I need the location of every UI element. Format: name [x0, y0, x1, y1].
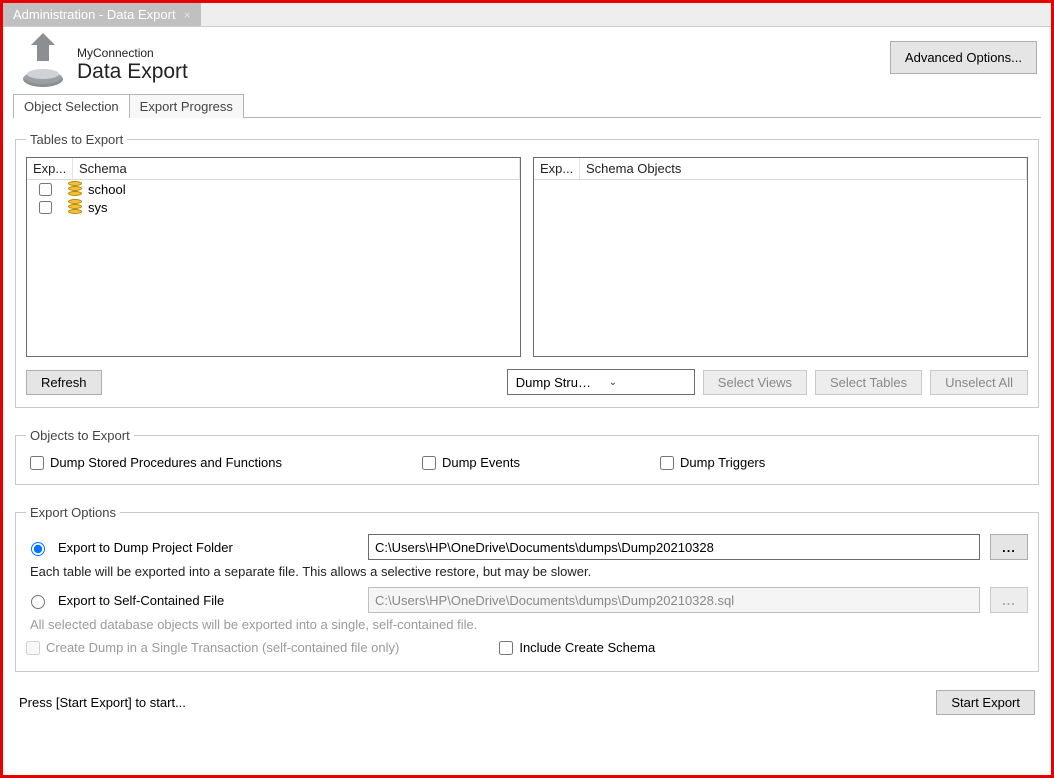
close-icon[interactable]: ×	[184, 9, 191, 21]
dump-type-value: Dump Structure and Dat	[508, 375, 601, 390]
schema-row-name: school	[88, 182, 126, 197]
document-tab-title: Administration - Data Export	[13, 7, 176, 22]
dump-procs-checkbox[interactable]: Dump Stored Procedures and Functions	[30, 455, 282, 470]
document-tab-admin-export[interactable]: Administration - Data Export ×	[3, 3, 201, 26]
export-file-path	[368, 587, 980, 613]
export-file-hint: All selected database objects will be ex…	[30, 617, 1028, 632]
export-folder-path[interactable]	[368, 534, 980, 560]
refresh-button[interactable]: Refresh	[26, 370, 102, 395]
start-export-button[interactable]: Start Export	[936, 690, 1035, 715]
tab-object-selection[interactable]: Object Selection	[13, 94, 130, 118]
export-folder-hint: Each table will be exported into a separ…	[30, 564, 1028, 579]
database-icon	[68, 199, 82, 215]
export-options-legend: Export Options	[26, 505, 120, 520]
chevron-down-icon: ⌄	[601, 377, 694, 388]
export-file-label: Export to Self-Contained File	[58, 593, 358, 608]
objects-col-objects: Schema Objects	[580, 158, 1027, 179]
schema-list[interactable]: Exp... Schema school sys	[26, 157, 521, 357]
tab-export-progress[interactable]: Export Progress	[129, 94, 244, 118]
objects-to-export-legend: Objects to Export	[26, 428, 134, 443]
database-icon	[68, 181, 82, 197]
page-title: Data Export	[77, 60, 188, 84]
schema-col-export: Exp...	[27, 158, 73, 179]
schema-row-checkbox[interactable]	[39, 201, 52, 214]
browse-folder-button[interactable]: ...	[990, 534, 1028, 560]
document-tab-strip: Administration - Data Export ×	[3, 3, 1051, 27]
dump-events-checkbox[interactable]: Dump Events	[422, 455, 520, 470]
connection-name: MyConnection	[77, 46, 188, 60]
schema-objects-list[interactable]: Exp... Schema Objects	[533, 157, 1028, 357]
dump-type-select[interactable]: Dump Structure and Dat ⌄	[507, 369, 695, 395]
export-icon	[19, 41, 67, 89]
export-folder-label: Export to Dump Project Folder	[58, 540, 358, 555]
export-options-group: Export Options Export to Dump Project Fo…	[15, 505, 1039, 672]
select-tables-button[interactable]: Select Tables	[815, 370, 922, 395]
schema-row[interactable]: school	[27, 180, 520, 198]
status-text: Press [Start Export] to start...	[19, 695, 186, 710]
select-views-button[interactable]: Select Views	[703, 370, 807, 395]
schema-row[interactable]: sys	[27, 198, 520, 216]
single-transaction-checkbox: Create Dump in a Single Transaction (sel…	[26, 640, 399, 655]
objects-to-export-group: Objects to Export Dump Stored Procedures…	[15, 428, 1039, 485]
advanced-options-button[interactable]: Advanced Options...	[890, 41, 1037, 74]
tables-to-export-group: Tables to Export Exp... Schema school	[15, 132, 1039, 408]
browse-file-button: ...	[990, 587, 1028, 613]
tables-to-export-legend: Tables to Export	[26, 132, 127, 147]
unselect-all-button[interactable]: Unselect All	[930, 370, 1028, 395]
schema-row-checkbox[interactable]	[39, 183, 52, 196]
objects-col-export: Exp...	[534, 158, 580, 179]
include-create-schema-checkbox[interactable]: Include Create Schema	[499, 640, 655, 655]
schema-col-schema: Schema	[73, 158, 520, 179]
export-file-radio[interactable]	[31, 595, 45, 609]
dump-triggers-checkbox[interactable]: Dump Triggers	[660, 455, 765, 470]
schema-row-name: sys	[88, 200, 108, 215]
export-folder-radio[interactable]	[31, 542, 45, 556]
